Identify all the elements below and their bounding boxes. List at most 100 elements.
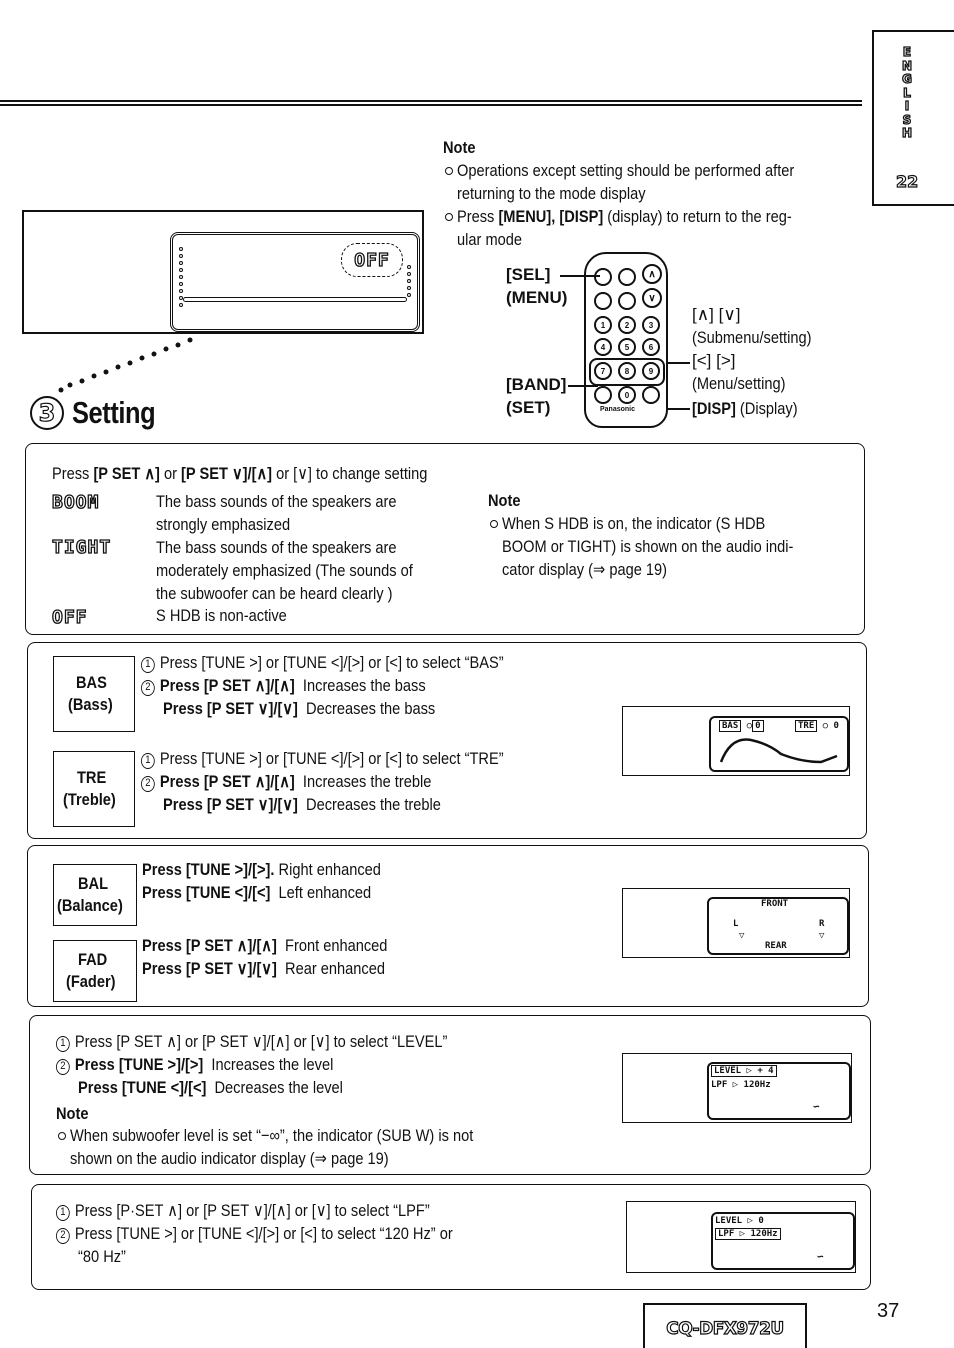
section-heading: 3 Setting [30, 395, 174, 431]
step-key: Press [TUNE >]/[>] [74, 1055, 204, 1074]
head-unit-illustration: OFF [22, 210, 424, 334]
text: or [159, 464, 182, 483]
eq-tre-readout: TRE ○ 0 [795, 720, 839, 732]
section-number: 22 [895, 171, 919, 191]
lpf-step-2-cont: “80 Hz” [78, 1247, 126, 1266]
remote-button [618, 292, 636, 310]
remote-brand: Panasonic [600, 406, 636, 413]
note-bullet: Press [MENU], [DISP] (display) to return… [443, 205, 863, 251]
sel-button [618, 268, 636, 286]
top-note: Note Operations except setting should be… [443, 136, 863, 251]
fader-rear: Press [P SET ∨]/[∨] Rear enhanced [142, 957, 385, 980]
num-button-5: 5 [618, 338, 636, 356]
fader-front: Press [P SET ∧]/[∧] Front enhanced [142, 934, 387, 957]
note-label: Note [56, 1104, 89, 1123]
step-text: Left enhanced [278, 883, 372, 902]
language-label: E N G L I S H [900, 45, 914, 141]
level-display: LEVEL ▷ + 4 LPF ▷ 120Hz ∽ [622, 1053, 852, 1123]
dotted-leader-line [58, 337, 193, 393]
disp-desc: (Display) [735, 399, 798, 418]
bas-tag: BAS [719, 720, 742, 732]
treble-name: (Treble) [63, 790, 117, 809]
num-button-2: 2 [618, 316, 636, 334]
eq-curve-icon [719, 738, 838, 764]
fader-label-box: FAD (Fader) [53, 940, 137, 1002]
bass-step-1: 1 Press [TUNE >] or [TUNE <]/[>] or [<] t… [141, 651, 504, 674]
lpf-section: 1 Press [P·SET ∧] or [P SET ∨]/[∧] or [∨]… [31, 1184, 871, 1290]
key: [P SET ∨]/[∧] [181, 464, 273, 483]
step-text: Decreases the bass [306, 699, 436, 718]
step-text: Front enhanced [285, 936, 388, 955]
right-label: R [819, 919, 825, 929]
balance-fader-display: FRONT L R ▽ ▽ REAR [622, 888, 850, 958]
treble-label-box: TRE (Treble) [53, 751, 135, 827]
step-text: Increases the level [211, 1055, 334, 1074]
lpf-step-1: 1 Press [P·SET ∧] or [P SET ∨]/[∧] or [∨]… [56, 1199, 430, 1222]
note-bullet: Operations except setting should be perf… [443, 159, 863, 205]
note-text: BOOM or TIGHT) is shown on the audio ind… [502, 537, 794, 556]
speaker-icon: ∽ [813, 1100, 820, 1113]
level-note: When subwoofer level is set “−∞”, the in… [56, 1124, 539, 1170]
fader-dot: ▽ [819, 931, 825, 941]
lpf-step-2: 2 Press [TUNE >] or [TUNE <]/[>] or [<] t… [56, 1222, 453, 1245]
fader-name: (Fader) [66, 972, 116, 991]
note-text: When subwoofer level is set “−∞”, the in… [70, 1126, 474, 1145]
note-key: [MENU], [DISP] [498, 207, 604, 226]
menu-label: (MENU) [506, 288, 568, 307]
treble-code: TRE [77, 768, 107, 787]
lpf-readout: LPF ▷ 120Hz [711, 1080, 771, 1090]
tre-value: 0 [833, 721, 839, 731]
model-number: CQ-DFX972U [666, 1318, 785, 1339]
boom-indicator: BOOM [51, 491, 100, 513]
num-button-9: 9 [642, 362, 660, 380]
note-text: Press [457, 207, 499, 226]
level-step-3: Press [TUNE <]/[<] Decreases the level [78, 1076, 343, 1099]
step-key: Press [P SET ∧]/[∧] [142, 936, 277, 955]
bass-label-box: BAS (Bass) [53, 656, 135, 732]
off-indicator: OFF [51, 606, 88, 628]
num-button-4: 4 [594, 338, 612, 356]
step-key: Press [P SET ∧]/[∧] [159, 772, 295, 791]
lpf-label: LPF [711, 1080, 728, 1090]
lpf-value: 120Hz [743, 1080, 771, 1090]
page-title: Setting [72, 395, 156, 430]
num-button-8: 8 [618, 362, 636, 380]
rear-label: REAR [765, 941, 787, 951]
step-key: Press [TUNE <]/[<] [142, 883, 271, 902]
balance-label-box: BAL (Balance) [53, 864, 137, 926]
up-button: ∧ [642, 264, 662, 284]
balance-left: Press [TUNE <]/[<] Left enhanced [142, 881, 371, 904]
level-value: LEVEL ▷ + 4 [711, 1065, 777, 1077]
step-text: Right enhanced [278, 860, 381, 879]
balance-lcd: FRONT L R ▽ ▽ REAR [707, 897, 849, 955]
eq-bas-readout: BAS ○ 0 [719, 720, 764, 732]
note-bullet: When S HDB is on, the indicator (S HDB BO… [488, 512, 841, 581]
step-text: Decreases the treble [306, 795, 441, 814]
band-button [594, 386, 612, 404]
model-number-box: CQ-DFX972U [643, 1303, 807, 1348]
note-text: (display) to return to the reg- [603, 207, 792, 226]
mute-button [594, 292, 612, 310]
step-text: Press [P SET ∧] or [P SET ∨]/[∧] or [∨] … [74, 1032, 448, 1051]
bass-treble-section: BAS (Bass) 1 Press [TUNE >] or [TUNE <]/[… [27, 642, 867, 839]
lpf-freq-readout: LPF ▷ 120Hz [715, 1228, 781, 1240]
disp-button [642, 386, 660, 404]
down-button: ∨ [642, 288, 662, 308]
sel-label: [SEL] [506, 265, 551, 284]
level-readout: LEVEL ▷ + 4 [711, 1065, 777, 1077]
note-label: Note [488, 491, 521, 510]
balance-fader-section: BAL (Balance) Press [TUNE >]/[>]. Right … [27, 845, 869, 1007]
step-text: Increases the treble [302, 772, 432, 791]
leftright-label: [<] [>] [692, 351, 736, 370]
num-button-1: 1 [594, 316, 612, 334]
lpf-level-readout: LEVEL ▷ 0 [715, 1216, 764, 1226]
bass-step-2: 2 Press [P SET ∧]/[∧] Increases the bass [141, 674, 426, 697]
bass-code: BAS [76, 673, 107, 692]
tab-letter: N [901, 58, 913, 73]
step-key: Press [TUNE <]/[<] [78, 1078, 207, 1097]
step-text: Press [TUNE >] or [TUNE <]/[>] or [<] to… [159, 653, 504, 672]
bass-name: (Bass) [68, 695, 113, 714]
note-text: cator display (⇒ page 19) [502, 560, 668, 579]
balance-right: Press [TUNE >]/[>]. Right enhanced [142, 858, 381, 881]
remote-control: ∧ ∨ 1 2 3 4 5 6 7 8 9 0 Panasonic [584, 252, 668, 428]
